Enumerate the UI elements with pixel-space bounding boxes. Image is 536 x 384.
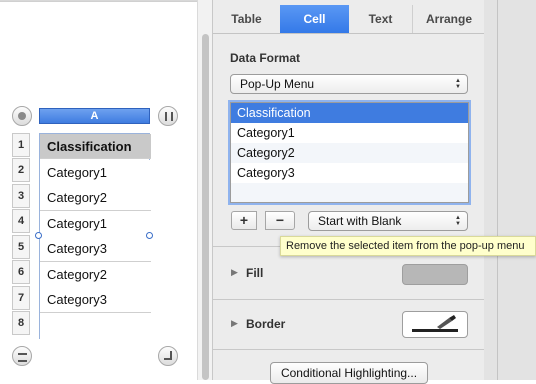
column-header-a[interactable]: A — [39, 108, 150, 124]
tab-cell[interactable]: Cell — [280, 5, 349, 33]
row-number[interactable]: 7 — [12, 286, 30, 310]
add-item-button[interactable]: + — [231, 211, 257, 230]
popup-arrows-icon: ▲ ▼ — [455, 215, 461, 227]
table-select-icon — [18, 112, 26, 120]
corner-icon — [164, 351, 172, 360]
window-edge-line — [497, 0, 498, 380]
sheet-scrollbar-thumb[interactable] — [202, 34, 209, 380]
list-item-empty — [231, 183, 468, 202]
list-item[interactable]: Category3 — [231, 163, 468, 183]
header-cell[interactable]: Classification — [40, 134, 151, 159]
data-format-value: Pop-Up Menu — [240, 77, 315, 91]
section-divider — [213, 299, 485, 300]
sheet-scrollbar-track[interactable] — [197, 0, 212, 380]
row-number[interactable]: 2 — [12, 158, 30, 182]
inspector-panel: Table Cell Text Arrange Data Format Pop-… — [212, 0, 496, 384]
row-number[interactable]: 4 — [12, 209, 30, 233]
popup-arrows-icon: ▲ ▼ — [455, 78, 461, 90]
tab-table[interactable]: Table — [213, 5, 280, 33]
start-with-popup[interactable]: Start with Blank ▲ ▼ — [308, 211, 468, 231]
data-format-label: Data Format — [230, 51, 301, 65]
fill-label: Fill — [246, 266, 264, 280]
popup-items-list[interactable]: Classification Category1 Category2 Categ… — [230, 102, 469, 203]
fill-disclosure-icon[interactable]: ▶ — [231, 267, 238, 278]
fill-color-well[interactable] — [402, 264, 468, 285]
row-number[interactable]: 6 — [12, 260, 30, 284]
row-number[interactable]: 3 — [12, 184, 30, 208]
border-disclosure-icon[interactable]: ▶ — [231, 318, 238, 329]
pause-handle-button[interactable] — [158, 106, 178, 126]
remove-item-tooltip: Remove the selected item from the pop-up… — [280, 236, 536, 256]
list-item-selected[interactable]: Classification — [231, 103, 468, 123]
data-format-popup[interactable]: Pop-Up Menu ▲ ▼ — [230, 74, 468, 94]
window-edge — [484, 0, 536, 380]
selection-handle-right[interactable] — [146, 232, 153, 239]
tab-arrange[interactable]: Arrange — [413, 5, 485, 33]
equals-icon — [18, 353, 27, 362]
conditional-highlighting-button[interactable]: Conditional Highlighting... — [270, 362, 428, 384]
border-style-well[interactable] — [402, 311, 468, 338]
start-with-value: Start with Blank — [318, 214, 402, 228]
list-item[interactable]: Category1 — [231, 123, 468, 143]
table-cell[interactable]: Category2 — [40, 262, 151, 288]
table-cell[interactable]: Category3 — [40, 236, 151, 262]
vertical-divider — [0, 1, 197, 2]
table-cell[interactable] — [40, 313, 151, 339]
row-number[interactable]: 8 — [12, 311, 30, 335]
pause-icon — [165, 112, 173, 121]
table-column-a: Classification Category1 Category2 Categ… — [39, 133, 151, 339]
table-cell[interactable]: Category1 — [40, 211, 151, 237]
border-brush-icon — [412, 315, 458, 332]
list-item[interactable]: Category2 — [231, 143, 468, 163]
add-row-button[interactable] — [12, 346, 32, 366]
section-divider — [213, 349, 485, 350]
tab-bar-divider — [213, 33, 485, 34]
table-cell[interactable]: Category1 — [40, 160, 151, 186]
table-cell[interactable]: Category2 — [40, 185, 151, 211]
row-number[interactable]: 1 — [12, 133, 30, 157]
tab-text[interactable]: Text — [349, 5, 413, 33]
row-number[interactable]: 5 — [12, 235, 30, 259]
row-header-column: 1 2 3 4 5 6 7 8 — [12, 133, 31, 339]
border-label: Border — [246, 317, 286, 331]
selection-handle-left[interactable] — [35, 232, 42, 239]
table-cell[interactable]: Category3 — [40, 287, 151, 313]
remove-item-button[interactable]: − — [265, 211, 295, 230]
resize-table-button[interactable] — [158, 346, 178, 366]
select-table-button[interactable] — [12, 106, 32, 126]
